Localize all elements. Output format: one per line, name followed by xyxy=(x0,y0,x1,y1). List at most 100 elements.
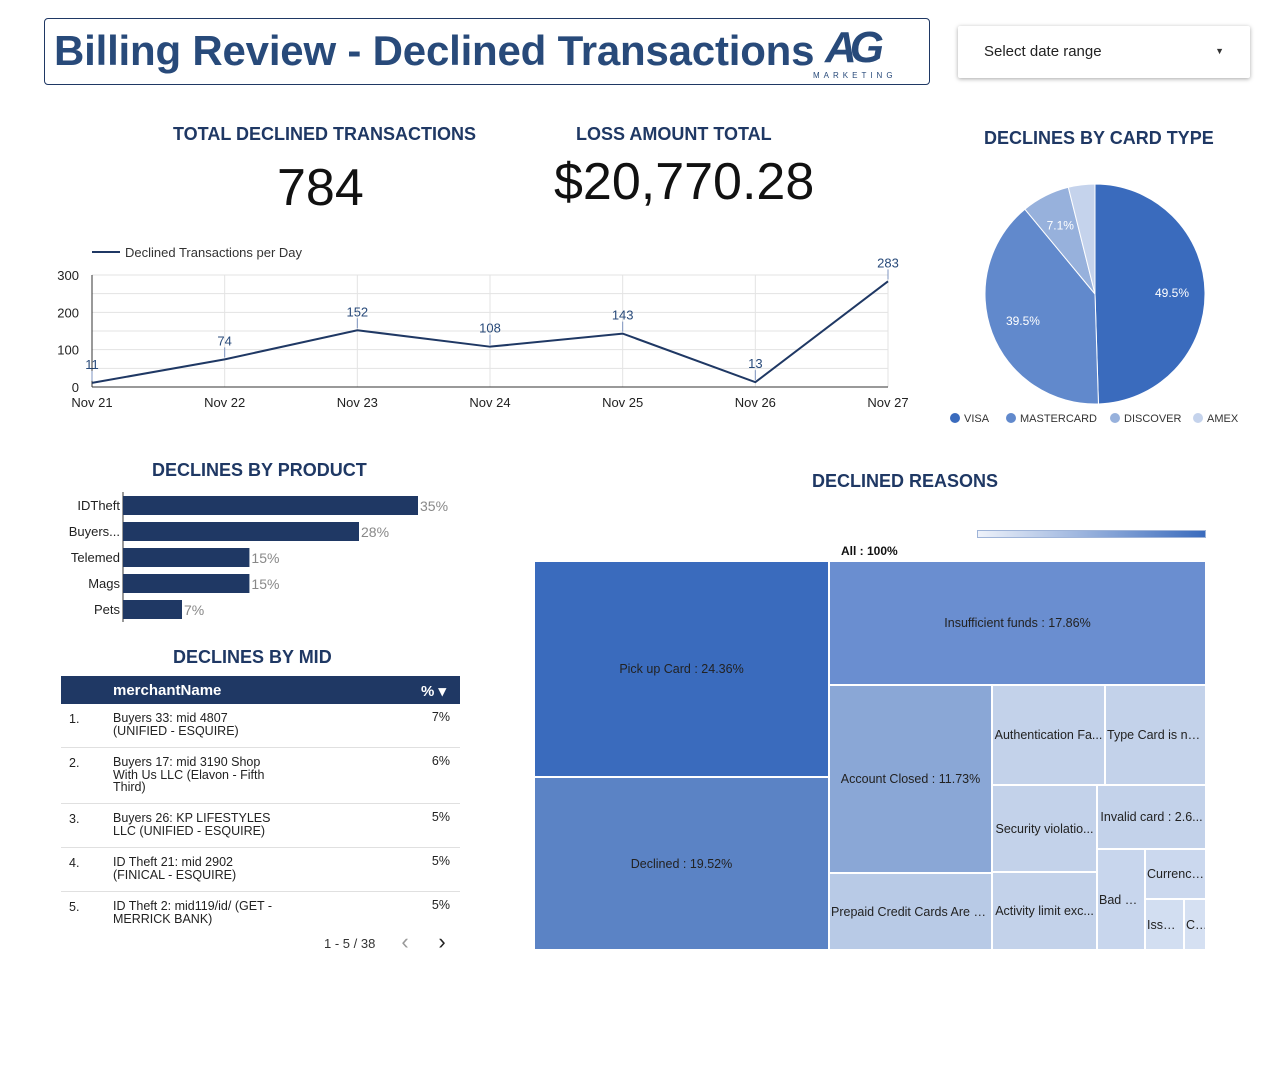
treemap-cell[interactable]: Security violatio... xyxy=(992,785,1097,872)
legend-item-visa[interactable]: VISA xyxy=(950,413,989,425)
pie-value-label: 7.1% xyxy=(1047,218,1075,232)
legend-dot xyxy=(1110,413,1120,423)
value-label: 15% xyxy=(251,550,279,566)
bar[interactable] xyxy=(123,600,182,619)
treemap-cell-label: Authentication Fa... xyxy=(994,728,1103,742)
treemap-cell-label: Invalid card : 2.6... xyxy=(1100,810,1203,824)
date-range-label: Select date range xyxy=(984,43,1102,60)
y-tick-label: 200 xyxy=(57,305,79,320)
pie-value-label: 39.5% xyxy=(1006,314,1040,328)
merchant-name: ID Theft 2: mid119/id/ (GET - MERRICK BA… xyxy=(113,899,273,926)
company-logo: AG MARKETING xyxy=(813,23,897,81)
table-row[interactable]: 1. Buyers 33: mid 4807 (UNIFIED - ESQUIR… xyxy=(61,704,460,748)
bar[interactable] xyxy=(123,548,250,567)
row-index: 1. xyxy=(69,712,80,726)
date-range-dropdown[interactable]: Select date range ▼ xyxy=(958,26,1250,78)
column-header-pct[interactable]: % ▾ xyxy=(421,682,446,700)
card-type-title: DECLINES BY CARD TYPE xyxy=(984,128,1214,148)
legend-label: MASTERCARD xyxy=(1020,413,1098,425)
category-label: Mags xyxy=(88,576,120,591)
row-index: 3. xyxy=(69,812,80,826)
legend-dot xyxy=(1193,413,1203,423)
bar[interactable] xyxy=(123,496,418,515)
loss-amount-value: $20,770.28 xyxy=(554,153,815,211)
value-label: 28% xyxy=(361,524,389,540)
row-index: 2. xyxy=(69,756,80,770)
column-header-merchant[interactable]: merchantName xyxy=(113,682,221,699)
legend-item-amex[interactable]: AMEX xyxy=(1193,413,1238,425)
treemap-cell-label: Currency... xyxy=(1147,867,1205,881)
table-row[interactable]: 4. ID Theft 21: mid 2902 (FINICAL - ESQU… xyxy=(61,848,460,892)
prev-page-button[interactable]: ‹ xyxy=(393,929,417,957)
logo-subtext: MARKETING xyxy=(813,71,897,80)
mid-table: merchantName % ▾ 1. Buyers 33: mid 4807 … xyxy=(61,676,460,932)
logo-mark: AG xyxy=(825,23,884,72)
treemap-cell[interactable]: Activity limit exc... xyxy=(992,872,1097,950)
legend-label: VISA xyxy=(964,413,990,425)
legend-label: AMEX xyxy=(1207,413,1239,425)
table-row[interactable]: 3. Buyers 26: KP LIFESTYLES LLC (UNIFIED… xyxy=(61,804,460,848)
merchant-name: Buyers 33: mid 4807 (UNIFIED - ESQUIRE) xyxy=(113,711,239,738)
product-title: DECLINES BY PRODUCT xyxy=(152,460,367,480)
treemap-cell[interactable]: Type Card is no... xyxy=(1105,685,1206,785)
treemap-root-label[interactable]: All : 100% xyxy=(841,544,898,558)
treemap-cell[interactable]: Prepaid Credit Cards Are N... xyxy=(829,873,992,950)
declined-reasons-treemap: Pick up Card : 24.36% Declined : 19.52% In… xyxy=(534,561,1206,950)
x-tick-label: Nov 26 xyxy=(735,395,776,410)
bar[interactable] xyxy=(123,522,359,541)
page-title: Billing Review - Declined Transactions xyxy=(54,27,815,74)
y-tick-label: 300 xyxy=(57,268,79,283)
treemap-cell[interactable]: Bad Bi... xyxy=(1097,849,1145,950)
table-row[interactable]: 5. ID Theft 2: mid119/id/ (GET - MERRICK… xyxy=(61,892,460,932)
merchant-name: Buyers 17: mid 3190 Shop With Us LLC (El… xyxy=(113,755,265,794)
pie-value-label: 49.5% xyxy=(1155,286,1189,300)
treemap-cell[interactable]: Currency... xyxy=(1145,849,1206,899)
merchant-pct: 5% xyxy=(431,898,450,912)
product-bar-chart: IDTheft 35% Buyers... 28% Telemed 15% Mags 15% P… xyxy=(69,492,448,622)
bar[interactable] xyxy=(123,574,250,593)
category-label: IDTheft xyxy=(77,498,120,513)
data-label: 108 xyxy=(479,321,501,336)
value-label: 35% xyxy=(420,498,448,514)
treemap-cell[interactable]: Invalid card : 2.6... xyxy=(1097,785,1206,849)
treemap-cell-label: Declined : 19.52% xyxy=(630,856,733,871)
treemap-cell-label: Activity limit exc... xyxy=(995,904,1094,918)
value-label: 7% xyxy=(184,602,204,618)
treemap-cell-label: Security violatio... xyxy=(995,821,1094,836)
treemap-cell-label: Account Closed : 11.73% xyxy=(840,772,981,786)
treemap-cell[interactable]: Insufficient funds : 17.86% xyxy=(829,561,1206,685)
x-tick-label: Nov 27 xyxy=(867,395,908,410)
dashboard-header: Billing Review - Declined Transactions A… xyxy=(44,18,930,85)
data-label: 11 xyxy=(85,357,99,372)
merchant-pct: 5% xyxy=(431,810,450,824)
next-page-button[interactable]: › xyxy=(430,929,454,957)
legend-label: DISCOVER xyxy=(1124,413,1182,425)
data-label: 152 xyxy=(346,304,368,319)
treemap-cell[interactable]: Account Closed : 11.73% xyxy=(829,685,992,873)
color-scale-bar xyxy=(977,530,1206,538)
legend-label: Declined Transactions per Day xyxy=(125,245,303,260)
table-header: merchantName % ▾ xyxy=(61,676,460,704)
treemap-cell[interactable]: Declined : 19.52% xyxy=(534,777,829,950)
mid-title: DECLINES BY MID xyxy=(173,647,332,667)
table-row[interactable]: 2. Buyers 17: mid 3190 Shop With Us LLC … xyxy=(61,748,460,804)
treemap-cell[interactable]: Authentication Fa... xyxy=(992,685,1105,785)
row-index: 4. xyxy=(69,856,80,870)
merchant-pct: 7% xyxy=(431,710,450,724)
legend-item-mastercard[interactable]: MASTERCARD xyxy=(1006,413,1097,425)
merchant-pct: 6% xyxy=(431,754,450,768)
caret-down-icon: ▼ xyxy=(1215,46,1224,56)
total-declined-label: TOTAL DECLINED TRANSACTIONS xyxy=(173,124,477,144)
legend-item-discover[interactable]: DISCOVER xyxy=(1110,413,1181,425)
treemap-cell[interactable]: Cl... xyxy=(1184,899,1206,950)
merchant-pct: 5% xyxy=(431,854,450,868)
treemap-cell[interactable]: Pick up Card : 24.36% xyxy=(534,561,829,777)
legend-dot xyxy=(950,413,960,423)
data-label: 74 xyxy=(217,333,231,348)
treemap-cell-label: Issue... xyxy=(1147,917,1183,932)
category-label: Telemed xyxy=(71,550,120,565)
merchant-name: Buyers 26: KP LIFESTYLES LLC (UNIFIED - … xyxy=(113,811,271,838)
y-tick-label: 100 xyxy=(57,343,79,358)
treemap-cell[interactable]: Issue... xyxy=(1145,899,1184,950)
x-tick-label: Nov 22 xyxy=(204,395,245,410)
